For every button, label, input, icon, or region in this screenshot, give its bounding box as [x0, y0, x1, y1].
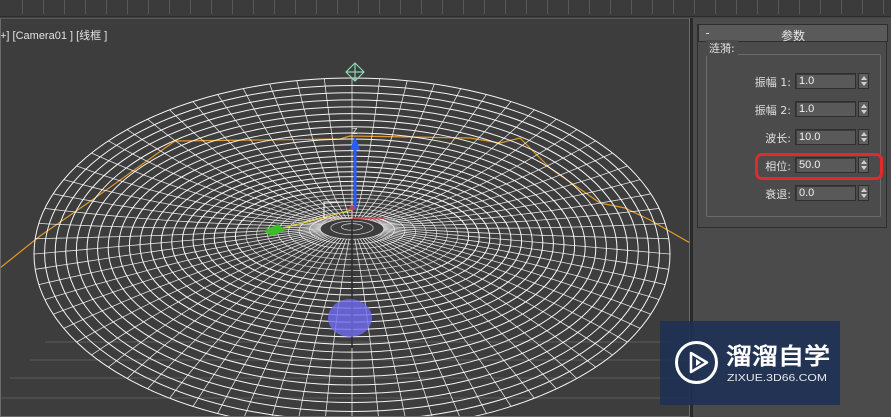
toolbar-divider: [652, 0, 653, 14]
watermark-badge: 溜溜自学 ZIXUE.3D66.COM: [660, 321, 840, 405]
toolbar-divider: [295, 0, 296, 14]
toolbar-divider: [610, 0, 611, 14]
phase-spinner[interactable]: [858, 157, 869, 173]
spinner-up-icon[interactable]: [861, 76, 867, 80]
gizmo-z-label: Z: [352, 127, 358, 136]
spinner-up-icon[interactable]: [861, 160, 867, 164]
toolbar-divider: [379, 0, 380, 14]
amplitude2-spinner[interactable]: [858, 101, 869, 117]
toolbar-divider: [442, 0, 443, 14]
toolbar-divider: [589, 0, 590, 14]
viewport-label[interactable]: +] [Camera01 ] [线框 ]: [0, 27, 107, 42]
toolbar-divider: [757, 0, 758, 14]
spinner-down-icon[interactable]: [861, 110, 867, 114]
wavelength-label: 波长:: [765, 132, 791, 145]
amplitude1-field[interactable]: 1.0: [795, 73, 856, 89]
toolbar-divider: [463, 0, 464, 14]
decay-label: 衰退:: [765, 188, 791, 201]
spinner-down-icon[interactable]: [861, 82, 867, 86]
decay-field[interactable]: 0.0: [795, 185, 856, 201]
amplitude2-label: 振幅 2:: [754, 104, 791, 117]
toolbar-divider: [484, 0, 485, 14]
amplitude2-field[interactable]: 1.0: [795, 101, 856, 117]
amplitude1-spinner[interactable]: [858, 73, 869, 89]
spinner-down-icon[interactable]: [861, 166, 867, 170]
spinner-up-icon[interactable]: [861, 188, 867, 192]
toolbar-divider: [190, 0, 191, 14]
spinner-up-icon[interactable]: [861, 104, 867, 108]
toolbar-divider: [337, 0, 338, 14]
toolbar-divider: [841, 0, 842, 14]
toolbar-divider: [358, 0, 359, 14]
amplitude1-label: 振幅 1:: [754, 76, 791, 89]
toolbar-divider: [232, 0, 233, 14]
toolbar-divider: [883, 0, 884, 14]
watermark-text: 溜溜自学 ZIXUE.3D66.COM: [726, 343, 830, 384]
toolbar-divider: [547, 0, 548, 14]
phase-field[interactable]: 50.0: [795, 157, 856, 173]
toolbar-divider: [400, 0, 401, 14]
toolbar-divider: [64, 0, 65, 14]
toolbar-divider: [169, 0, 170, 14]
toolbar-divider: [673, 0, 674, 14]
toolbar-divider: [43, 0, 44, 14]
decay-spinner[interactable]: [858, 185, 869, 201]
toolbar-divider: [22, 0, 23, 14]
toolbar-divider: [85, 0, 86, 14]
wavelength-field[interactable]: 10.0: [795, 129, 856, 145]
watermark-brand: 溜溜自学: [726, 343, 830, 370]
toolbar-divider: [799, 0, 800, 14]
toolbar-divider: [568, 0, 569, 14]
ripple-group-title: 涟漪:: [706, 40, 738, 56]
toolbar-divider: [127, 0, 128, 14]
toolbar-divider: [820, 0, 821, 14]
watermark-url: ZIXUE.3D66.COM: [727, 373, 827, 384]
wireframe-scene[interactable]: Z: [0, 18, 690, 417]
spinner-up-icon[interactable]: [861, 132, 867, 136]
phase-label: 相位:: [765, 160, 791, 173]
toolbar-divider: [862, 0, 863, 14]
toolbar-divider: [694, 0, 695, 14]
toolbar-divider: [778, 0, 779, 14]
toolbar-divider: [274, 0, 275, 14]
spinner-down-icon[interactable]: [861, 138, 867, 142]
wavelength-spinner[interactable]: [858, 129, 869, 145]
toolbar-divider: [526, 0, 527, 14]
spinner-down-icon[interactable]: [861, 194, 867, 198]
toolbar-divider: [736, 0, 737, 14]
toolbar-divider: [253, 0, 254, 14]
toolbar-divider: [715, 0, 716, 14]
toolbar-divider: [316, 0, 317, 14]
toolbar-divider: [631, 0, 632, 14]
selection-sphere: [328, 299, 372, 337]
toolbar-divider: [106, 0, 107, 14]
toolbar-divider: [421, 0, 422, 14]
toolbar-divider: [505, 0, 506, 14]
toolbar-divider: [148, 0, 149, 14]
top-toolbar-strip: [0, 0, 891, 17]
camera-viewport[interactable]: Z +] [Camera01 ] [线框 ]: [0, 18, 690, 417]
toolbar-divider: [211, 0, 212, 14]
